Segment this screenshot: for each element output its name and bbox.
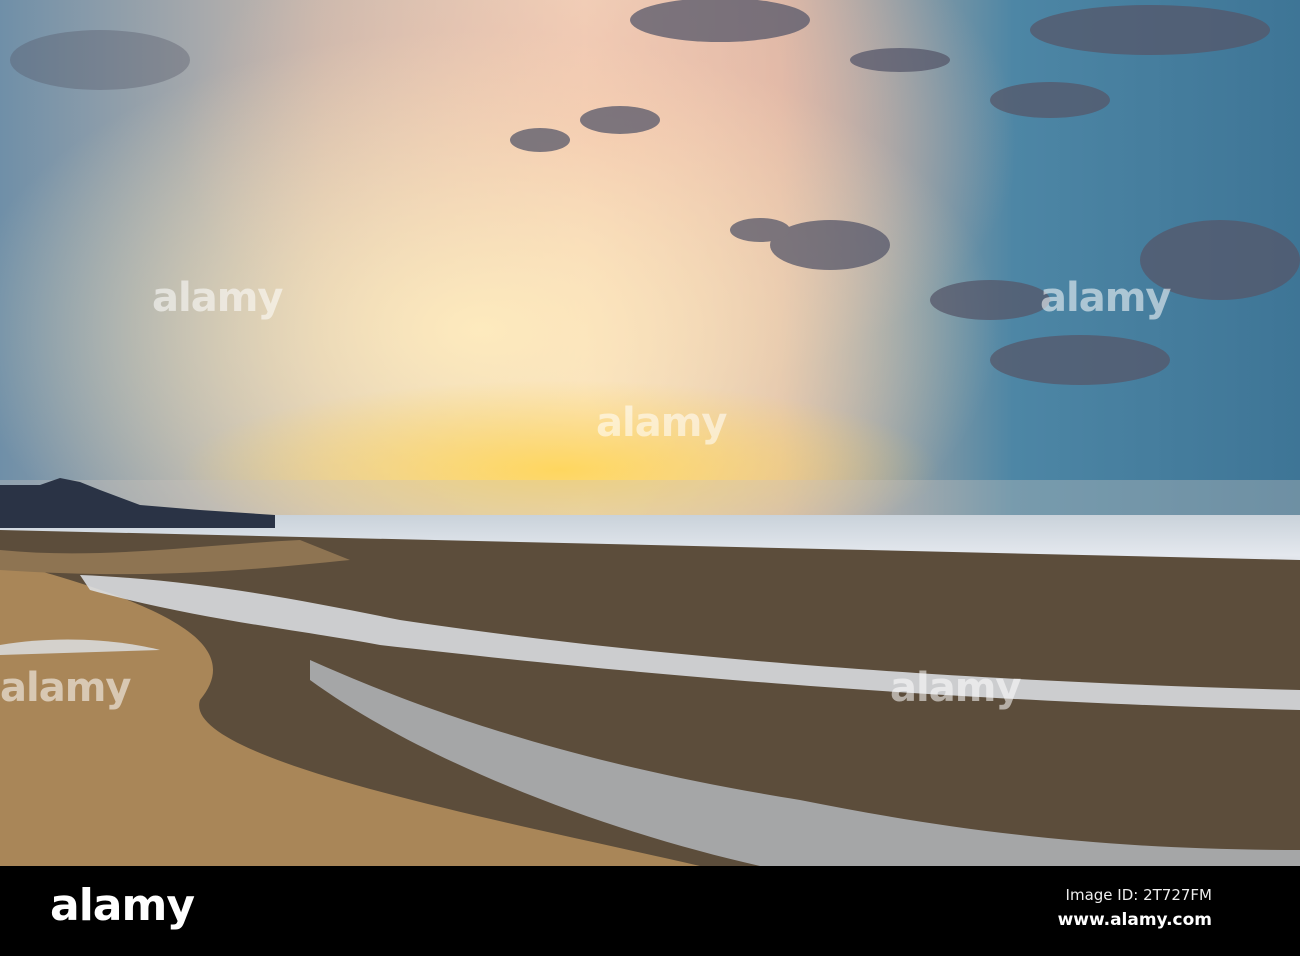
watermark: alamy [890,665,1021,711]
beach-sunset-photo: alamy alamy alamy alamy alamy [0,0,1300,866]
watermark: alamy [596,400,727,446]
image-id: Image ID: 2T727FM [1065,886,1212,904]
site-url: www.alamy.com [1057,910,1212,930]
watermark: alamy [152,275,283,321]
footer-bar: alamy Image ID: 2T727FM www.alamy.com [0,866,1300,956]
alamy-logo: alamy [50,880,195,931]
watermark: alamy [1040,275,1171,321]
watermark: alamy [0,665,131,711]
